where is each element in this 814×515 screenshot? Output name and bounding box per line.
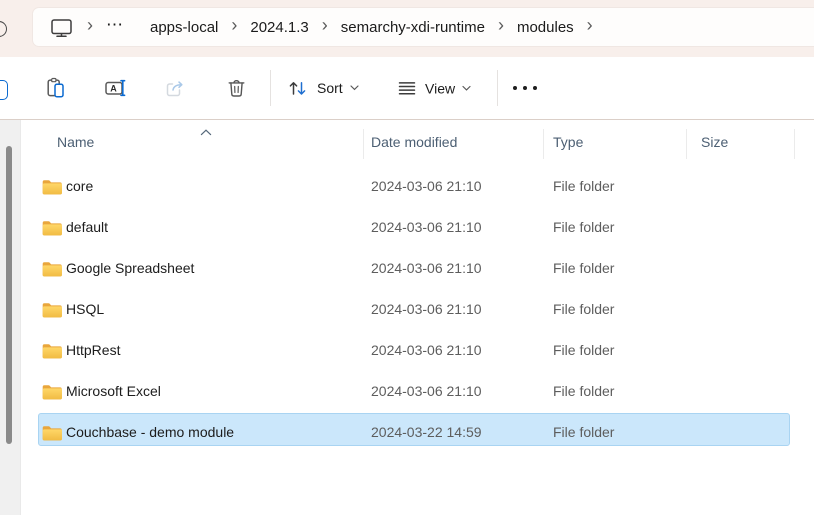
file-type: File folder xyxy=(553,382,615,399)
svg-text:A: A xyxy=(110,83,117,93)
rename-icon: A xyxy=(105,78,128,99)
view-icon xyxy=(397,79,417,98)
column-header-date-modified[interactable]: Date modified xyxy=(371,134,457,150)
column-header-row: Name Date modified Type Size xyxy=(0,125,814,159)
file-row[interactable]: default 2024-03-06 21:10 File folder xyxy=(0,207,814,248)
breadcrumb-item-version[interactable]: 2024.1.3 xyxy=(250,19,308,36)
view-button-label: View xyxy=(425,80,456,96)
file-type: File folder xyxy=(553,423,615,440)
file-explorer-window: › ⋯ apps-local › 2024.1.3 › semarchy-xdi… xyxy=(0,0,814,515)
file-row[interactable]: core 2024-03-06 21:10 File folder xyxy=(0,166,814,207)
breadcrumb-chevron-icon[interactable]: › xyxy=(322,16,328,34)
column-header-size[interactable]: Size xyxy=(701,134,728,150)
file-name: HttpRest xyxy=(66,341,121,358)
paste-icon xyxy=(45,77,66,99)
breadcrumb-item-modules[interactable]: modules xyxy=(517,19,574,36)
delete-button[interactable] xyxy=(226,78,247,99)
file-name: Couchbase - demo module xyxy=(66,423,235,440)
file-date-modified: 2024-03-06 21:10 xyxy=(371,218,482,235)
breadcrumb-chevron-icon[interactable]: › xyxy=(587,16,593,34)
breadcrumb-chevron-icon[interactable]: › xyxy=(498,16,504,34)
file-row[interactable]: HSQL 2024-03-06 21:10 File folder xyxy=(0,289,814,330)
breadcrumb-overflow-button[interactable]: ⋯ xyxy=(106,15,124,35)
sort-icon xyxy=(287,78,309,98)
delete-icon xyxy=(226,78,247,99)
file-rows: core 2024-03-06 21:10 File folder defaul… xyxy=(0,166,814,453)
column-divider[interactable] xyxy=(794,129,795,159)
file-date-modified: 2024-03-06 21:10 xyxy=(371,341,482,358)
file-date-modified: 2024-03-06 21:10 xyxy=(371,382,482,399)
file-date-modified: 2024-03-06 21:10 xyxy=(371,300,482,317)
folder-icon xyxy=(42,425,62,441)
file-name: Google Spreadsheet xyxy=(66,259,195,276)
folder-icon xyxy=(42,261,62,277)
folder-icon xyxy=(42,302,62,318)
file-name: HSQL xyxy=(66,300,105,317)
file-type: File folder xyxy=(553,341,615,358)
sort-button-label: Sort xyxy=(317,80,343,96)
toolbar-divider xyxy=(497,70,498,106)
chevron-down-icon xyxy=(462,85,471,91)
column-divider[interactable] xyxy=(686,129,687,159)
file-name: core xyxy=(66,177,94,194)
ellipsis-icon xyxy=(513,86,537,90)
share-icon xyxy=(165,78,187,99)
column-divider[interactable] xyxy=(363,129,364,159)
column-divider[interactable] xyxy=(543,129,544,159)
breadcrumb[interactable]: › ⋯ apps-local › 2024.1.3 › semarchy-xdi… xyxy=(33,8,814,46)
file-row[interactable]: HttpRest 2024-03-06 21:10 File folder xyxy=(0,330,814,371)
sort-ascending-caret-icon xyxy=(200,129,212,136)
file-name: Microsoft Excel xyxy=(66,382,161,399)
file-row[interactable]: Microsoft Excel 2024-03-06 21:10 File fo… xyxy=(0,371,814,412)
column-header-name[interactable]: Name xyxy=(57,134,94,150)
file-name: default xyxy=(66,218,109,235)
file-date-modified: 2024-03-22 14:59 xyxy=(371,423,482,440)
toolbar-divider xyxy=(270,70,271,106)
chevron-down-icon xyxy=(350,85,359,91)
folder-icon xyxy=(42,343,62,359)
breadcrumb-item-apps-local[interactable]: apps-local xyxy=(150,19,218,36)
file-list-pane: Name Date modified Type Size core 2024-0… xyxy=(0,120,814,515)
column-header-type[interactable]: Type xyxy=(553,134,583,150)
sort-button[interactable]: Sort xyxy=(287,78,359,98)
breadcrumb-item-runtime[interactable]: semarchy-xdi-runtime xyxy=(341,19,485,36)
address-bar-row: › ⋯ apps-local › 2024.1.3 › semarchy-xdi… xyxy=(0,0,814,57)
copy-icon[interactable] xyxy=(0,80,8,100)
folder-icon xyxy=(42,179,62,195)
file-type: File folder xyxy=(553,300,615,317)
rename-button[interactable]: A xyxy=(105,78,128,99)
file-date-modified: 2024-03-06 21:10 xyxy=(371,259,482,276)
breadcrumb-chevron-icon: › xyxy=(87,15,93,35)
file-row[interactable]: Google Spreadsheet 2024-03-06 21:10 File… xyxy=(0,248,814,289)
file-type: File folder xyxy=(553,259,615,276)
share-button xyxy=(165,78,187,99)
file-row-selected[interactable]: Couchbase - demo module 2024-03-22 14:59… xyxy=(0,412,814,453)
this-pc-icon[interactable] xyxy=(50,17,73,38)
file-date-modified: 2024-03-06 21:10 xyxy=(371,177,482,194)
refresh-icon[interactable] xyxy=(0,21,7,37)
more-options-button[interactable] xyxy=(513,86,537,90)
folder-icon xyxy=(42,220,62,236)
file-type: File folder xyxy=(553,177,615,194)
view-button[interactable]: View xyxy=(397,79,471,98)
file-type: File folder xyxy=(553,218,615,235)
paste-button[interactable] xyxy=(45,77,66,99)
command-toolbar: A Sort View xyxy=(0,57,814,120)
folder-icon xyxy=(42,384,62,400)
breadcrumb-chevron-icon[interactable]: › xyxy=(231,16,237,34)
